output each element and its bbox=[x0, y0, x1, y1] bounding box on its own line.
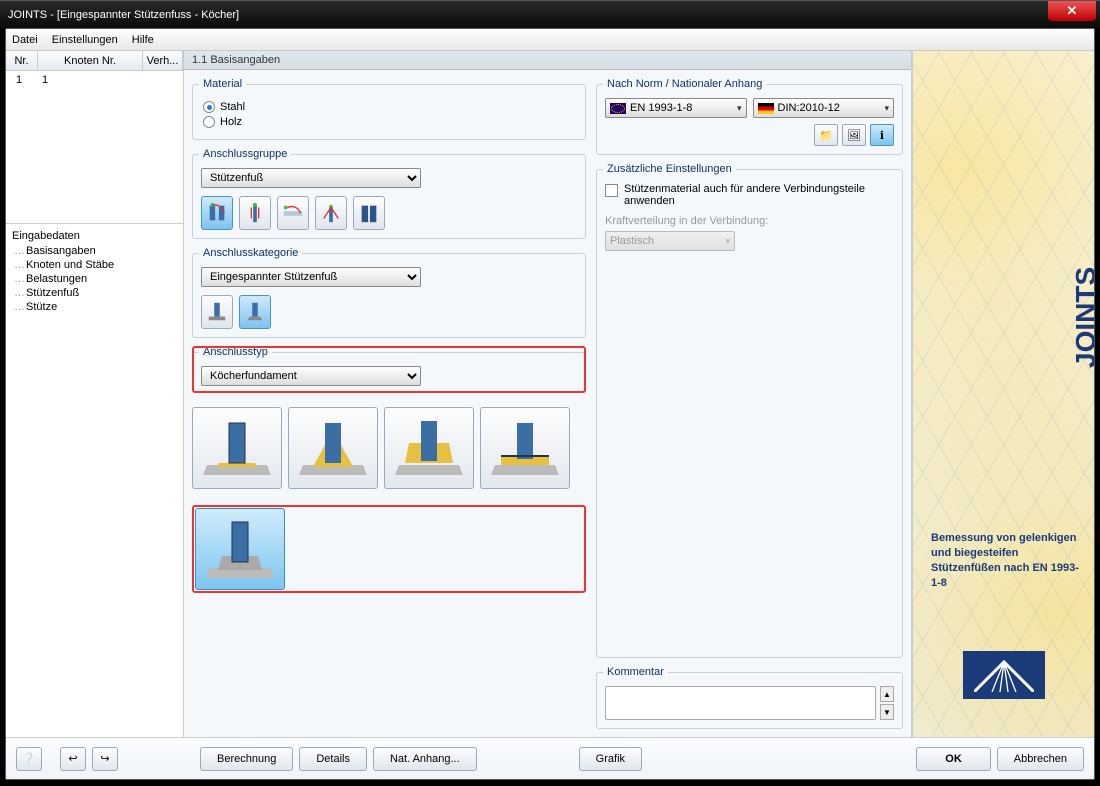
group-option-1[interactable] bbox=[201, 196, 233, 230]
tree-item[interactable]: Stützenfuß bbox=[26, 286, 177, 300]
menu-help[interactable]: Hilfe bbox=[132, 34, 154, 46]
chevron-down-icon: ▾ bbox=[884, 103, 889, 114]
radio-icon bbox=[203, 116, 215, 128]
anschlusstyp-legend: Anschlusstyp bbox=[199, 346, 272, 358]
footer: ❔ ↩ ↪ Berechnung Details Nat. Anhang... … bbox=[6, 737, 1094, 779]
next-button[interactable]: ↪ bbox=[92, 747, 118, 771]
help-button[interactable]: ❔ bbox=[16, 747, 42, 771]
abbrechen-button[interactable]: Abbrechen bbox=[997, 747, 1084, 771]
radio-icon bbox=[203, 101, 215, 113]
nav-panel: Nr. Knoten Nr. Verh... 1 1 Eingabedaten bbox=[6, 51, 184, 737]
col-nr[interactable]: Nr. bbox=[6, 51, 38, 70]
de-flag-icon bbox=[758, 103, 774, 114]
norm-panel: Nach Norm / Nationaler Anhang EN 1993-1-… bbox=[596, 78, 903, 155]
nav-tree: Eingabedaten Basisangaben Knoten und Stä… bbox=[6, 224, 183, 737]
spin-up[interactable]: ▲ bbox=[880, 686, 894, 702]
tree-item[interactable]: Knoten und Stäbe bbox=[26, 258, 177, 272]
image-icon: 🖼 bbox=[847, 129, 861, 142]
brand-description: Bemessung von gelenkigen und biegesteife… bbox=[931, 531, 1080, 590]
norm-annex-combo[interactable]: DIN:2010-12 ▾ bbox=[753, 98, 895, 118]
spin-down[interactable]: ▼ bbox=[880, 704, 894, 720]
category-option-2[interactable] bbox=[239, 295, 271, 329]
next-icon: ↪ bbox=[100, 752, 109, 765]
type-thumb-2[interactable] bbox=[288, 407, 378, 489]
chevron-down-icon: ▾ bbox=[737, 103, 742, 114]
col-knoten[interactable]: Knoten Nr. bbox=[38, 51, 143, 70]
form-area: 1.1 Basisangaben Material Stahl bbox=[184, 51, 912, 737]
eu-flag-icon bbox=[610, 103, 626, 114]
menu-bar: Datei Einstellungen Hilfe bbox=[6, 29, 1094, 51]
brand-logo bbox=[963, 651, 1045, 699]
ok-button[interactable]: OK bbox=[916, 747, 991, 771]
type-thumb-4[interactable] bbox=[480, 407, 570, 489]
chevron-down-icon: ▾ bbox=[725, 236, 730, 247]
anschlusskategorie-combo[interactable]: Eingespannter Stützenfuß bbox=[201, 267, 421, 287]
anschlussgruppe-legend: Anschlussgruppe bbox=[199, 148, 291, 160]
anschlusskategorie-legend: Anschlusskategorie bbox=[199, 247, 302, 259]
folder-icon: 📁 bbox=[819, 129, 833, 142]
title-bar: JOINTS - [Eingespannter Stützenfuss - Kö… bbox=[0, 0, 1100, 28]
prev-icon: ↩ bbox=[68, 752, 77, 765]
tree-item[interactable]: Basisangaben bbox=[26, 244, 177, 258]
kommentar-panel: Kommentar ▲ ▼ bbox=[596, 666, 903, 729]
norm-standard-combo[interactable]: EN 1993-1-8 ▾ bbox=[605, 98, 747, 118]
type-thumb-5-highlight bbox=[192, 505, 586, 593]
material-legend: Material bbox=[199, 78, 246, 90]
table-row[interactable]: 1 1 bbox=[6, 71, 183, 89]
radio-holz[interactable]: Holz bbox=[203, 116, 577, 128]
group-option-3[interactable] bbox=[277, 196, 309, 230]
berechnung-button[interactable]: Berechnung bbox=[200, 747, 293, 771]
tree-item[interactable]: Belastungen bbox=[26, 272, 177, 286]
brand-panel: JOINTS Stahl Stützenfuß Bemessung von ge… bbox=[912, 51, 1094, 737]
tree-item[interactable]: Stütze bbox=[26, 300, 177, 314]
type-thumb-3[interactable] bbox=[384, 407, 474, 489]
group-option-2[interactable] bbox=[239, 196, 271, 230]
close-button[interactable]: ✕ bbox=[1048, 1, 1096, 21]
kraft-combo: Plastisch ▾ bbox=[605, 231, 735, 251]
norm-btn-1[interactable]: 📁 bbox=[814, 124, 838, 146]
anschlussgruppe-panel: Anschlussgruppe Stützenfuß bbox=[192, 148, 586, 239]
type-thumb-5[interactable] bbox=[195, 508, 285, 590]
checkbox-icon bbox=[605, 184, 618, 197]
anschlusstyp-combo[interactable]: Köcherfundament bbox=[201, 366, 421, 386]
category-option-1[interactable] bbox=[201, 295, 233, 329]
window-title: JOINTS - [Eingespannter Stützenfuss - Kö… bbox=[8, 9, 239, 21]
node-table: Nr. Knoten Nr. Verh... 1 1 bbox=[6, 51, 183, 224]
group-option-5[interactable] bbox=[353, 196, 385, 230]
kommentar-legend: Kommentar bbox=[603, 666, 668, 678]
tree-root[interactable]: Eingabedaten bbox=[12, 230, 177, 242]
zusatz-legend: Zusätzliche Einstellungen bbox=[603, 163, 736, 175]
norm-btn-3[interactable]: ℹ bbox=[870, 124, 894, 146]
menu-file[interactable]: Datei bbox=[12, 34, 38, 46]
natanhang-button[interactable]: Nat. Anhang... bbox=[373, 747, 477, 771]
kommentar-input[interactable] bbox=[605, 686, 876, 720]
material-panel: Material Stahl Holz bbox=[192, 78, 586, 140]
help-icon: ❔ bbox=[22, 752, 36, 765]
type-thumb-1[interactable] bbox=[192, 407, 282, 489]
info-icon: ℹ bbox=[880, 129, 884, 142]
brand-title: JOINTS Stahl bbox=[1070, 211, 1094, 368]
prev-button[interactable]: ↩ bbox=[60, 747, 86, 771]
norm-btn-2[interactable]: 🖼 bbox=[842, 124, 866, 146]
kraft-label: Kraftverteilung in der Verbindung: bbox=[605, 215, 894, 227]
radio-stahl[interactable]: Stahl bbox=[203, 101, 577, 113]
group-option-4[interactable] bbox=[315, 196, 347, 230]
anschlusstyp-panel: Anschlusstyp Köcherfundament bbox=[192, 346, 586, 393]
anschlusskategorie-panel: Anschlusskategorie Eingespannter Stützen… bbox=[192, 247, 586, 338]
form-header: 1.1 Basisangaben bbox=[184, 51, 911, 70]
details-button[interactable]: Details bbox=[299, 747, 367, 771]
col-verh[interactable]: Verh... bbox=[143, 51, 183, 70]
check-row[interactable]: Stützenmaterial auch für andere Verbindu… bbox=[605, 183, 894, 207]
menu-settings[interactable]: Einstellungen bbox=[52, 34, 118, 46]
norm-legend: Nach Norm / Nationaler Anhang bbox=[603, 78, 766, 90]
anschlussgruppe-combo[interactable]: Stützenfuß bbox=[201, 168, 421, 188]
grafik-button[interactable]: Grafik bbox=[579, 747, 642, 771]
zusatz-panel: Zusätzliche Einstellungen Stützenmateria… bbox=[596, 163, 903, 658]
